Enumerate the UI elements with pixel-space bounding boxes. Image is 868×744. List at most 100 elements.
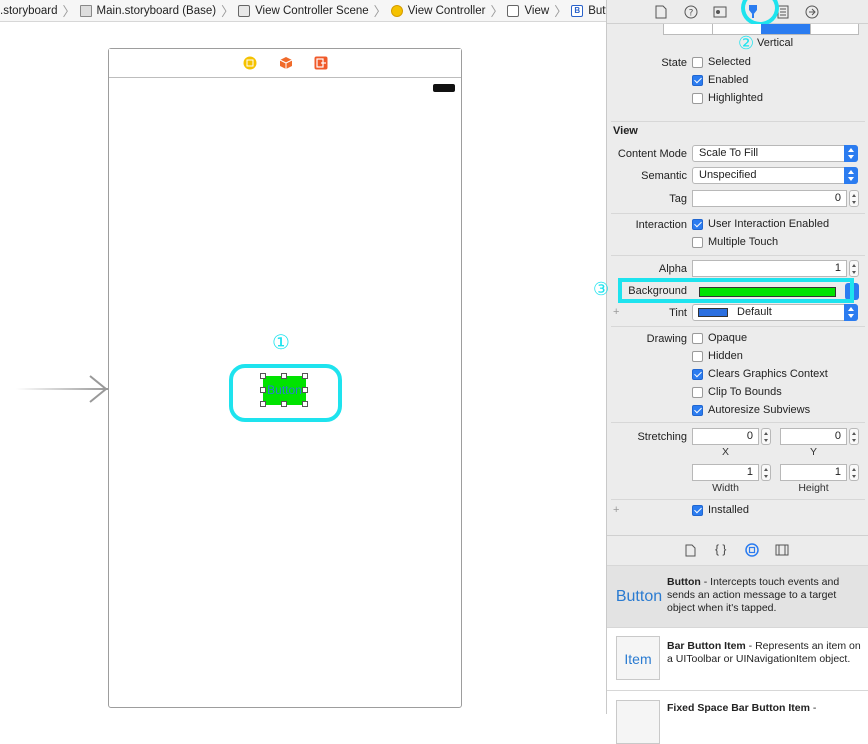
chevron-right-icon: 〉 <box>490 4 504 19</box>
library-item-fixed-space[interactable]: Fixed Space Bar Button Item - <box>607 690 868 744</box>
section-divider <box>611 422 865 423</box>
autoresize-checkbox[interactable]: Autoresize Subviews <box>692 404 810 416</box>
library-tab-bar: { } <box>607 535 868 565</box>
checkbox-checked[interactable] <box>692 218 703 230</box>
hidden-checkbox[interactable]: Hidden <box>692 350 743 362</box>
stretching-y-field[interactable]: 0 <box>780 428 847 445</box>
section-divider <box>611 255 865 256</box>
breadcrumb-item-scene[interactable]: View Controller Scene 〉 <box>234 0 387 21</box>
semantic-popup[interactable]: Unspecified <box>692 167 858 184</box>
alpha-stepper[interactable] <box>849 260 859 277</box>
tag-field[interactable]: 0 <box>692 190 847 207</box>
first-responder-icon[interactable] <box>279 56 293 70</box>
chevron-right-icon: 〉 <box>373 4 387 19</box>
checkbox-unchecked[interactable] <box>692 56 703 68</box>
checkbox-unchecked[interactable] <box>692 236 703 248</box>
resize-handle-bottom-left[interactable] <box>260 401 266 407</box>
resize-handle-bottom-right[interactable] <box>302 401 308 407</box>
stretching-width-field[interactable]: 1 <box>692 464 759 481</box>
resize-handle-top-right[interactable] <box>302 373 308 379</box>
view-icon <box>507 4 520 17</box>
popup-arrows-icon <box>844 167 858 184</box>
width-caption: Width <box>712 482 739 494</box>
connections-inspector-icon[interactable] <box>805 5 819 19</box>
resize-handle-bottom[interactable] <box>281 401 287 407</box>
alpha-field[interactable]: 1 <box>692 260 847 277</box>
segment-vertical-selected[interactable] <box>761 24 810 34</box>
breadcrumb-item-storyboard-file[interactable]: .storyboard 〉 <box>0 0 76 21</box>
user-interaction-checkbox[interactable]: User Interaction Enabled <box>692 218 829 230</box>
checkbox-checked[interactable] <box>692 368 703 380</box>
alpha-label: Alpha <box>658 263 687 275</box>
file-inspector-icon[interactable] <box>655 5 667 19</box>
scene-dock <box>109 49 461 78</box>
tint-popup[interactable]: Default <box>692 304 858 321</box>
checkbox-unchecked[interactable] <box>692 92 703 104</box>
checkbox-unchecked[interactable] <box>692 350 703 362</box>
chevron-right-icon: 〉 <box>62 4 76 19</box>
view-controller-icon[interactable] <box>243 56 257 70</box>
semantic-label: Semantic <box>641 170 687 182</box>
resize-handle-left[interactable] <box>260 387 266 393</box>
media-library-icon[interactable] <box>775 544 789 556</box>
attributes-tab-highlight <box>741 0 779 26</box>
breadcrumb-item-view[interactable]: View 〉 <box>503 0 567 21</box>
exit-icon[interactable] <box>314 56 328 70</box>
svg-text:?: ? <box>689 9 694 19</box>
axis-label: Vertical <box>757 37 794 49</box>
view-section-title: View <box>613 125 638 137</box>
button-icon: B <box>571 4 584 17</box>
attributes-inspector: ? ② Vertical State Selected Enabled High… <box>593 0 868 744</box>
object-library-icon[interactable] <box>745 543 759 557</box>
stretching-height-field[interactable]: 1 <box>780 464 847 481</box>
checkbox-unchecked[interactable] <box>692 332 703 344</box>
scene-icon <box>238 4 251 17</box>
view-controller-icon <box>390 4 403 17</box>
x-caption: X <box>721 446 729 458</box>
axis-segmented-control[interactable] <box>663 24 859 35</box>
tag-stepper[interactable] <box>849 190 859 207</box>
installed-checkbox[interactable]: Installed <box>692 504 749 516</box>
identity-inspector-icon[interactable] <box>713 5 727 19</box>
checkbox-checked[interactable] <box>692 404 703 416</box>
section-divider <box>611 499 865 500</box>
annotation-marker-2: ② <box>738 33 755 54</box>
segment-divider <box>810 24 811 34</box>
stretching-x-stepper[interactable] <box>761 428 771 445</box>
stretching-width-stepper[interactable] <box>761 464 771 481</box>
stretching-label: Stretching <box>637 431 687 443</box>
clears-graphics-checkbox[interactable]: Clears Graphics Context <box>692 368 828 380</box>
highlighted-checkbox[interactable]: Highlighted <box>692 92 763 104</box>
add-installed-variation-icon[interactable]: + <box>613 504 619 516</box>
help-icon[interactable]: ? <box>684 5 698 19</box>
multiple-touch-checkbox[interactable]: Multiple Touch <box>692 236 778 248</box>
stretching-x-field[interactable]: 0 <box>692 428 759 445</box>
selected-checkbox[interactable]: Selected <box>692 56 751 68</box>
breadcrumb-item-main-storyboard[interactable]: Main.storyboard (Base) 〉 <box>76 0 234 21</box>
inspector-tab-bar: ? <box>607 0 868 26</box>
library-item-button[interactable]: Button Button - Intercepts touch events … <box>607 565 868 627</box>
breadcrumb-item-view-controller[interactable]: View Controller 〉 <box>387 0 504 21</box>
resize-handle-right[interactable] <box>302 387 308 393</box>
breadcrumb-item-button[interactable]: BButton <box>567 0 606 21</box>
fixed-space-thumbnail <box>616 700 660 744</box>
content-mode-popup[interactable]: Scale To Fill <box>692 145 858 162</box>
checkbox-unchecked[interactable] <box>692 386 703 398</box>
stretching-y-stepper[interactable] <box>849 428 859 445</box>
library-item-bar-button-item[interactable]: Item Bar Button Item - Represents an ite… <box>607 627 868 690</box>
stretching-height-stepper[interactable] <box>849 464 859 481</box>
checkbox-checked[interactable] <box>692 504 703 516</box>
enabled-checkbox[interactable]: Enabled <box>692 74 748 86</box>
bar-button-item-thumbnail: Item <box>616 636 660 680</box>
code-snippet-icon[interactable]: { } <box>715 542 726 556</box>
tag-label: Tag <box>669 193 687 205</box>
resize-handle-top[interactable] <box>281 373 287 379</box>
resize-handle-top-left[interactable] <box>260 373 266 379</box>
clip-to-bounds-checkbox[interactable]: Clip To Bounds <box>692 386 782 398</box>
opaque-checkbox[interactable]: Opaque <box>692 332 747 344</box>
storyboard-canvas[interactable]: ① Button <box>0 22 606 714</box>
section-divider <box>611 121 865 122</box>
file-template-icon[interactable] <box>685 544 696 557</box>
height-caption: Height <box>798 482 829 494</box>
checkbox-checked[interactable] <box>692 74 703 86</box>
